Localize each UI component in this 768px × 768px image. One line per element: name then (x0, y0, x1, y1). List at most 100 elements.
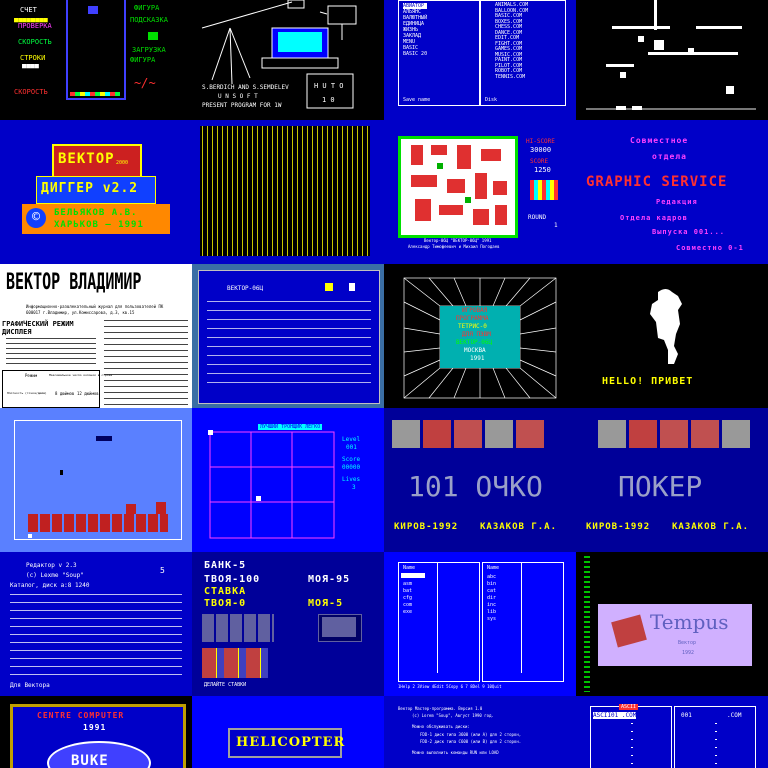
tile-editor: Редактор v 2.3 (c) Lexme "Soup" Каталог,… (0, 552, 192, 696)
card (392, 420, 420, 448)
tripod-box-2: 1 0 (322, 96, 335, 104)
gs-line-4: Отдела кадров (620, 214, 688, 222)
poker-footer-right: КАЗАКОВ Г.А. (672, 522, 750, 532)
box3d-line-4: ДЛЯ ПЭВМ (462, 331, 491, 338)
editor-marker: 5 (160, 566, 165, 575)
digger-author-2: ХАРЬКОВ — 1991 (54, 220, 144, 230)
fm-left-list: АВИАТОР АЛЬЯНС ВАЛЮТНЫЙ ЕДИНИЦА ЖИЗНЬ ЗА… (403, 3, 428, 57)
centre-logo: BUKE (71, 753, 109, 768)
ochko-footer-right: КАЗАКОВ Г.А. (480, 522, 558, 532)
norton-left-header: Name (403, 565, 416, 571)
bank-stake: СТАВКА (204, 586, 247, 597)
tile-helicopter: HELICOPTER (192, 696, 384, 768)
tile-norton: Name asm bat cfg com exe Name abc bin ca… (384, 552, 576, 696)
tetris-left-label-2: СКОРОСТЬ (18, 38, 52, 46)
norton-right-row[interactable]: bin (487, 581, 496, 587)
card (485, 420, 513, 448)
maze-lives-icon (530, 180, 558, 200)
maze-walls (411, 145, 507, 225)
norton-right-row[interactable]: sys (487, 616, 496, 622)
dual-right-header: 001 (681, 712, 692, 719)
brick-wall (28, 514, 168, 532)
maze-footer-2: Александр Тимофеевич и Михаил Погодаев (408, 244, 500, 249)
norton-left-row[interactable]: cfg (403, 595, 412, 601)
dual-left-dots (631, 723, 633, 768)
text-screen-line-5: FDD-2 диск типа C600 (или B) для 2 сторо… (420, 739, 522, 744)
maze-footer-1: Вектор-06Ц "ВЕКТОР-06Ц" 1991 (424, 238, 492, 243)
editor-footer: Для Вектора (10, 682, 50, 689)
gs-line-5: Выпуска 001... (652, 228, 726, 236)
tempus-dice (611, 614, 647, 648)
platform-drawing (586, 0, 756, 110)
tripod-credit-1: S.BERDICH AND S.SEMDELEV (202, 84, 289, 91)
card (691, 420, 719, 448)
tile-text-screen: Вектор Мастер-программа. Версия 1.0 (c) … (384, 696, 576, 768)
manual-table-head-1: Максимальное число колонок в строке (49, 373, 113, 377)
norton-right-row[interactable]: cat (487, 588, 496, 594)
tile-graphic-service: Совместное отдела GRAPHIC SERVICE Редакц… (576, 120, 768, 264)
norton-left-row[interactable]: exe (403, 609, 412, 615)
tempus-caption-2: 1992 (682, 650, 695, 656)
bank-mine-stake: МОЯ-5 (308, 598, 344, 609)
tron-lives-label: Lives (342, 476, 361, 483)
tile-3d-box: ИГРОВАЯ ПРОГРАММА ТЕТРИС-0 ДЛЯ ПЭВМ ВЕКТ… (384, 264, 576, 408)
norton-right-row[interactable]: inc (487, 602, 496, 608)
bank-prompt: ДЕЛАЙТЕ СТАВКИ (204, 682, 247, 688)
box3d-line-7: 1991 (470, 355, 485, 362)
window-dashed-lines (207, 301, 371, 391)
card (660, 420, 688, 448)
tetris-right-label-1: ПОДСКАЗКА (130, 16, 168, 24)
fm-left-file[interactable]: BASIC 20 (403, 51, 427, 57)
tron-score-label: Score (342, 456, 361, 463)
dual-right-panel: 001 .COM (674, 706, 756, 768)
maze-hi-value: 30000 (530, 146, 552, 154)
card-jack (423, 420, 451, 448)
tron-level-value: 001 (346, 444, 357, 451)
text-screen-line-4: FDD-1 диск типа 3600 (или A) для 2 сторо… (420, 732, 522, 737)
maze-round-label: ROUND (528, 214, 547, 221)
tripod-box-1: H U T O (314, 82, 344, 90)
bank-mine: МОЯ-95 (308, 574, 351, 585)
bank-deck (202, 614, 274, 642)
tile-tempus: Tempus Вектор 1992 (576, 552, 768, 696)
norton-right-row[interactable]: dir (487, 595, 496, 601)
tetris-signature: ~/~ (134, 76, 156, 90)
digger-game-title: ДИГГЕР v2.2 (41, 181, 139, 196)
gs-line-6: Совместно 0-1 (676, 244, 744, 252)
tile-desktop-window: ВЕКТОР-06Ц (192, 264, 384, 408)
norton-left-row[interactable]: asm (403, 581, 412, 587)
tempus-card: Tempus Вектор 1992 (598, 604, 752, 666)
editor-line-1: Редактор v 2.3 (26, 562, 77, 569)
digger-copyright-icon: © (26, 208, 46, 228)
norton-left-row[interactable]: bat (403, 588, 412, 594)
dual-left-file[interactable]: ASCII01 .COM (593, 712, 637, 719)
tetris-next-piece (148, 32, 158, 40)
helicopter-title: HELICOPTER (236, 735, 346, 750)
maze-hi-label: HI-SCORE (526, 138, 555, 145)
helicopter-title-box: HELICOPTER (228, 728, 346, 758)
bank-yours-stake: ТВОЯ-0 (204, 598, 247, 609)
tile-tron-grid: ЛУЧШИЙ ТРОНЩИК ЛЕГКО Level 001 Score 000… (192, 408, 384, 552)
poker-cards (598, 420, 750, 448)
norton-right-row[interactable]: lib (487, 609, 496, 615)
tile-tetris: СЧЕТ ■■■■■■■■ ПРОВЕРКА СКОРОСТЬ СТРОКИ ■… (0, 0, 192, 120)
window-icon (325, 283, 333, 291)
norton-right-row[interactable]: abc (487, 574, 496, 580)
gs-line-3: Редакция (656, 198, 698, 206)
card (722, 420, 750, 448)
norton-left-row[interactable]: com (403, 602, 412, 608)
card-jack (629, 420, 657, 448)
box3d-line-3: ТЕТРИС-0 (458, 323, 487, 330)
tile-brick-game (0, 408, 192, 552)
norton-left-cursor[interactable] (401, 573, 425, 578)
tron-lives-value: 3 (352, 484, 356, 491)
tetris-left-dots: ■■■■ (22, 62, 39, 70)
tile-dual-panel: ASCII ASCII01 .COM 001 .COM (576, 696, 768, 768)
manual-subtitle: Информационно-развлекательный журнал для… (26, 304, 164, 309)
tetris-left-label-4: СКОРОСТЬ (14, 88, 48, 96)
fm-right-file[interactable]: TENNIS.COM (495, 74, 528, 81)
tile-centre-computer: CENTRE COMPUTER 1991 BUKE (0, 696, 192, 768)
dual-right-file[interactable]: .COM (727, 712, 741, 719)
fm-right-status: Disk (485, 97, 498, 103)
tetris-right-label-0: ФИГУРА (134, 4, 160, 12)
